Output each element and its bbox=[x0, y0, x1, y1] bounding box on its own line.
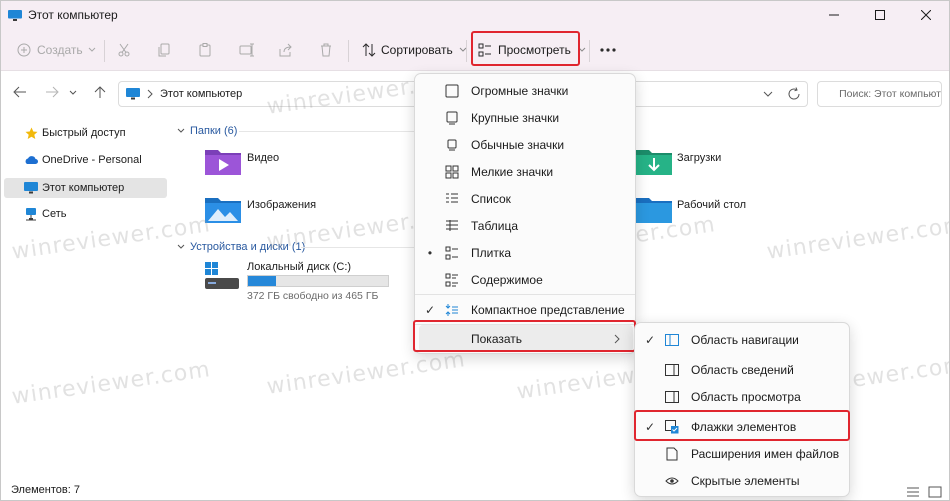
file-ext-icon bbox=[661, 446, 683, 462]
menu-item-navigation-pane[interactable]: ✓ Область навигации bbox=[639, 326, 847, 353]
desktop-folder-icon bbox=[636, 198, 672, 223]
hidden-items-icon bbox=[661, 473, 683, 489]
close-button[interactable] bbox=[903, 1, 949, 29]
search-placeholder: Поиск: Этот компьют bbox=[839, 88, 941, 100]
huge-icons-icon bbox=[441, 83, 463, 99]
computer-icon bbox=[8, 9, 22, 21]
paste-icon bbox=[199, 43, 211, 57]
computer-icon bbox=[24, 181, 38, 195]
menu-item-tiles[interactable]: • Плитка bbox=[419, 239, 633, 266]
sidebar-item-onedrive[interactable]: OneDrive - Personal bbox=[4, 150, 167, 170]
details-icon bbox=[441, 218, 463, 234]
small-icons-icon bbox=[441, 164, 463, 180]
recent-dropdown-icon[interactable] bbox=[68, 84, 78, 100]
cut-button[interactable] bbox=[117, 29, 131, 71]
delete-button[interactable] bbox=[319, 29, 333, 71]
copy-icon bbox=[158, 43, 170, 57]
sidebar-item-network[interactable]: Сеть bbox=[4, 204, 167, 224]
menu-item-list[interactable]: Список bbox=[419, 185, 633, 212]
computer-icon bbox=[126, 88, 140, 100]
folders-group-header[interactable]: Папки (6) bbox=[177, 125, 237, 137]
more-options-button[interactable] bbox=[600, 29, 616, 71]
sidebar-item-this-pc[interactable]: Этот компьютер bbox=[4, 178, 167, 198]
chevron-down-icon bbox=[177, 128, 185, 133]
up-arrow-icon[interactable] bbox=[92, 84, 108, 100]
menu-item-small-icons[interactable]: Мелкие значки bbox=[419, 158, 633, 185]
item-checkboxes-highlight bbox=[634, 410, 850, 441]
copy-button[interactable] bbox=[158, 29, 172, 71]
view-menu: Огромные значки Крупные значки Обычные з… bbox=[414, 73, 636, 354]
address-location: Этот компьютер bbox=[160, 88, 243, 100]
star-icon bbox=[24, 126, 38, 140]
plus-circle-icon bbox=[17, 43, 31, 57]
list-icon bbox=[441, 191, 463, 207]
menu-item-large-icons[interactable]: Крупные значки bbox=[419, 104, 633, 131]
title-bar: Этот компьютер bbox=[1, 1, 949, 29]
window-title: Этот компьютер bbox=[28, 8, 118, 22]
large-icons-icon bbox=[441, 110, 463, 126]
menu-item-details-pane[interactable]: Область сведений bbox=[639, 356, 847, 383]
cloud-icon bbox=[24, 153, 38, 167]
forward-arrow-icon[interactable] bbox=[44, 84, 60, 100]
close-icon bbox=[921, 10, 931, 20]
watermark: winreviewer.com bbox=[265, 347, 468, 400]
create-button[interactable]: Создать bbox=[17, 29, 96, 71]
drive-usage-fill bbox=[248, 276, 276, 286]
video-folder-icon bbox=[205, 150, 241, 175]
minimize-icon bbox=[829, 14, 839, 16]
menu-item-huge-icons[interactable]: Огромные значки bbox=[419, 77, 633, 104]
menu-item-content[interactable]: Содержимое bbox=[419, 266, 633, 293]
menu-item-compact-view[interactable]: ✓ Компактное представление bbox=[419, 296, 633, 323]
drives-group-header[interactable]: Устройства и диски (1) bbox=[177, 241, 305, 253]
preview-pane-icon bbox=[661, 389, 683, 405]
rename-button[interactable] bbox=[239, 29, 255, 71]
checkmark-icon: ✓ bbox=[644, 332, 656, 347]
more-icon bbox=[600, 48, 616, 52]
medium-icons-icon bbox=[441, 137, 463, 153]
search-box[interactable]: Поиск: Этот компьют bbox=[817, 81, 942, 107]
checkmark-icon: ✓ bbox=[424, 302, 436, 317]
items-count: Элементов: 7 bbox=[11, 484, 80, 496]
scissors-icon bbox=[118, 43, 130, 57]
menu-item-medium-icons[interactable]: Обычные значки bbox=[419, 131, 633, 158]
menu-item-details[interactable]: Таблица bbox=[419, 212, 633, 239]
selected-dot: • bbox=[427, 245, 433, 260]
view-button-highlight bbox=[471, 31, 580, 66]
downloads-folder-icon bbox=[636, 150, 672, 175]
tiles-icon bbox=[441, 245, 463, 261]
nav-pane-icon bbox=[661, 332, 683, 348]
drive-icon bbox=[205, 262, 239, 289]
details-view-icon[interactable] bbox=[906, 486, 920, 498]
watermark: winreviewer.com bbox=[765, 212, 950, 265]
compact-icon bbox=[441, 302, 463, 318]
drive-usage-bar bbox=[247, 275, 389, 287]
back-arrow-icon[interactable] bbox=[12, 84, 28, 100]
chevron-down-icon bbox=[177, 244, 185, 249]
chevron-right-icon bbox=[147, 89, 153, 99]
chevron-down-icon bbox=[88, 47, 95, 52]
menu-item-preview-pane[interactable]: Область просмотра bbox=[639, 383, 847, 410]
chevron-down-icon[interactable] bbox=[763, 90, 773, 98]
sidebar-item-quick-access[interactable]: Быстрый доступ bbox=[4, 123, 167, 143]
show-item-highlight bbox=[413, 320, 636, 352]
sort-button[interactable]: Сортировать bbox=[362, 29, 467, 71]
menu-item-hidden-items[interactable]: Скрытые элементы bbox=[639, 467, 847, 494]
share-icon bbox=[279, 43, 292, 57]
maximize-icon bbox=[875, 10, 885, 20]
sort-icon bbox=[362, 43, 376, 57]
rename-icon bbox=[239, 43, 254, 57]
minimize-button[interactable] bbox=[811, 1, 857, 29]
refresh-icon[interactable] bbox=[787, 87, 801, 101]
trash-icon bbox=[321, 43, 331, 57]
share-button[interactable] bbox=[279, 29, 293, 71]
pictures-folder-icon bbox=[205, 198, 241, 223]
paste-button[interactable] bbox=[198, 29, 212, 71]
menu-item-file-extensions[interactable]: Расширения имен файлов bbox=[639, 440, 847, 467]
navigation-pane: Быстрый доступ OneDrive - Personal Этот … bbox=[1, 116, 171, 476]
large-icons-view-icon[interactable] bbox=[928, 486, 942, 498]
maximize-button[interactable] bbox=[857, 1, 903, 29]
network-icon bbox=[24, 207, 38, 221]
content-icon bbox=[441, 272, 463, 288]
details-pane-icon bbox=[661, 362, 683, 378]
